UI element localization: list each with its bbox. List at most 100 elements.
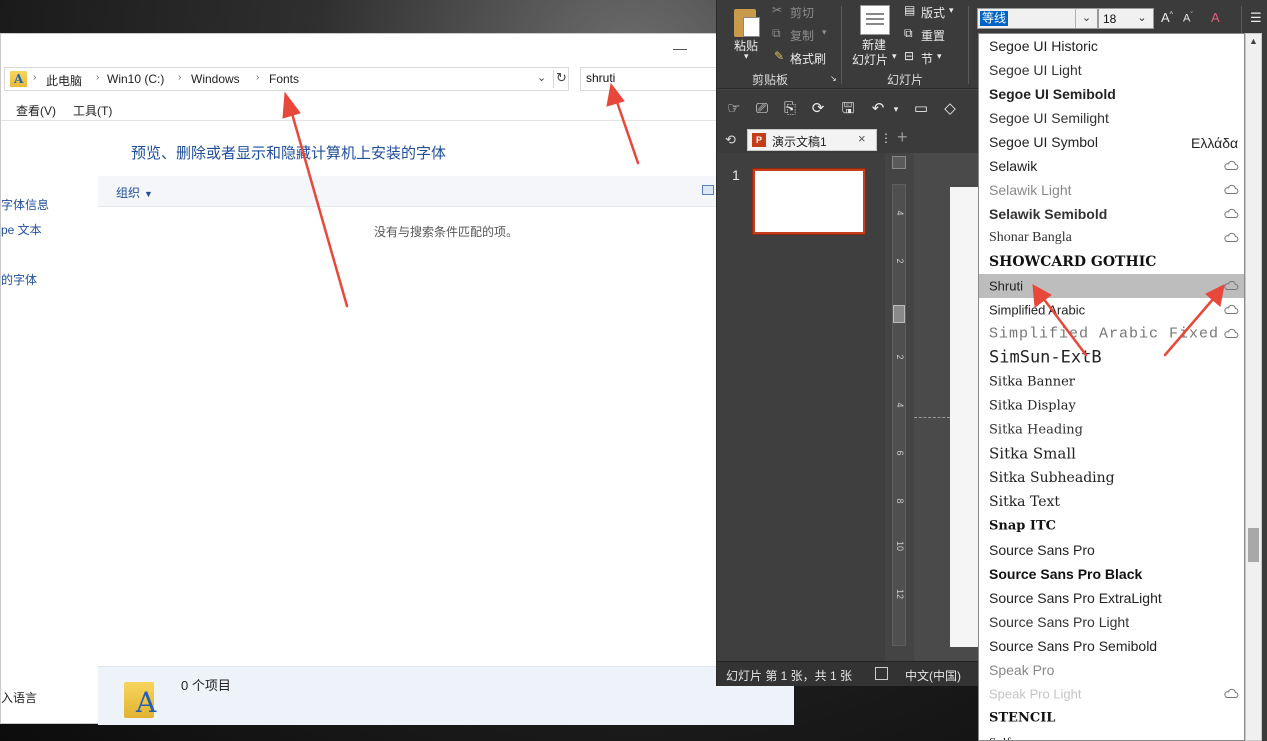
font-size-combobox[interactable]: 18 ⌄ <box>1098 8 1154 29</box>
refresh-icon[interactable]: ↻ <box>553 70 569 88</box>
ruler-tab-selector[interactable] <box>892 156 906 169</box>
breadcrumb-drive[interactable]: Win10 (C:) <box>107 72 164 86</box>
slide-thumbnail[interactable] <box>752 168 866 235</box>
decrease-font-size-icon[interactable]: Aˇ <box>1183 12 1193 25</box>
dialog-launcher-icon[interactable]: ↘ <box>830 74 837 83</box>
font-option[interactable]: SimSun-ExtB <box>979 346 1244 370</box>
font-option-label: Snap ITC <box>989 518 1056 534</box>
sidebar-link-language[interactable]: 入语言 <box>1 689 37 706</box>
sidebar-link-fonts[interactable]: 的字体 <box>1 271 37 288</box>
slide-canvas[interactable] <box>950 187 979 647</box>
font-option[interactable]: Speak Pro <box>979 658 1244 682</box>
chevron-down-icon[interactable]: ⌄ <box>537 71 546 84</box>
dropdown-scrollbar[interactable]: ▲ <box>1245 33 1262 741</box>
more-icon[interactable]: ⋮ <box>880 131 892 145</box>
font-option[interactable]: Sylfaen <box>979 730 1244 741</box>
menu-view[interactable]: 查看(V) <box>16 102 56 119</box>
notes-icon[interactable] <box>875 667 888 680</box>
increase-font-size-icon[interactable]: A^ <box>1161 10 1173 25</box>
font-option[interactable]: Sitka Heading <box>979 418 1244 442</box>
font-option[interactable]: Sitka Display <box>979 394 1244 418</box>
sidebar-link-font-info[interactable]: 字体信息 <box>1 196 49 213</box>
font-option[interactable]: Snap ITC <box>979 514 1244 538</box>
font-option[interactable]: Segoe UI Light <box>979 58 1244 82</box>
format-painter-button[interactable]: 格式刷 <box>790 50 826 67</box>
font-option[interactable]: Source Sans Pro <box>979 538 1244 562</box>
font-name-combobox[interactable]: 等线 ⌄ <box>977 8 1098 29</box>
chevron-down-icon[interactable]: ▾ <box>822 27 827 38</box>
shapes-icon[interactable]: ◇ <box>941 100 959 118</box>
chevron-down-icon[interactable]: ▾ <box>744 51 749 62</box>
add-tab-icon[interactable]: + <box>897 127 908 148</box>
tab-presentation1[interactable]: P 演示文稿1 × <box>747 129 877 151</box>
cut-button[interactable]: 剪切 <box>790 4 814 21</box>
clear-formatting-icon[interactable]: A <box>1211 10 1220 25</box>
font-preview-sample: Ελλάδα <box>1191 135 1239 151</box>
save-icon[interactable]: 🖫 <box>839 100 857 118</box>
undo-icon[interactable]: ↶ <box>869 100 887 118</box>
language-status[interactable]: 中文(中国) <box>905 667 961 684</box>
chevron-down-icon[interactable]: ▾ <box>892 51 897 62</box>
font-option[interactable]: Shonar Bangla <box>979 226 1244 250</box>
textbox-icon[interactable]: ▭ <box>912 100 930 118</box>
breadcrumb-fonts[interactable]: Fonts <box>269 72 299 86</box>
copy-button[interactable]: 复制 <box>790 27 814 44</box>
bullets-icon[interactable]: ☰ <box>1250 10 1262 26</box>
close-icon[interactable]: × <box>858 131 866 146</box>
font-option[interactable]: Sitka Text <box>979 490 1244 514</box>
address-bar[interactable]: A › 此电脑 › Win10 (C:) › Windows › Fonts ⌄… <box>4 67 569 91</box>
history-icon[interactable]: ⟲ <box>725 132 736 148</box>
font-option-label: Segoe UI Symbol <box>989 134 1098 150</box>
font-name-value[interactable]: 等线 <box>980 11 1009 26</box>
font-option-label: Selawik <box>989 158 1038 174</box>
organize-button[interactable]: 组织 ▼ <box>116 184 153 201</box>
vertical-ruler[interactable]: 4 2 2 4 6 8 10 12 <box>892 184 906 646</box>
chevron-down-icon[interactable]: ▾ <box>887 100 905 118</box>
font-option[interactable]: Segoe UI Semilight <box>979 106 1244 130</box>
chevron-down-icon[interactable]: ▾ <box>937 51 942 62</box>
font-option[interactable]: Segoe UI Semibold <box>979 82 1244 106</box>
minimize-icon[interactable] <box>673 40 687 50</box>
font-option[interactable]: Simplified Arabic Fixed <box>979 322 1244 346</box>
font-option[interactable]: Sitka Small <box>979 442 1244 466</box>
menu-tools[interactable]: 工具(T) <box>73 102 112 119</box>
animation-icon[interactable]: ⟳ <box>809 100 827 118</box>
layout-button[interactable]: 版式 <box>921 4 945 21</box>
font-option[interactable]: Selawik Light <box>979 178 1244 202</box>
section-button[interactable]: 节 <box>921 50 933 67</box>
sidebar-link-type-text[interactable]: pe 文本 <box>1 221 42 238</box>
from-current-icon[interactable]: ⎘ <box>781 100 799 118</box>
scroll-up-icon[interactable]: ▲ <box>1249 36 1258 46</box>
font-option[interactable]: Sitka Banner <box>979 370 1244 394</box>
font-option[interactable]: SHOWCARD GOTHIC <box>979 250 1244 274</box>
breadcrumb-this-pc[interactable]: 此电脑 <box>46 72 82 89</box>
from-beginning-icon[interactable]: ⎚ <box>753 100 771 118</box>
font-option[interactable]: Source Sans Pro Black <box>979 562 1244 586</box>
font-option[interactable]: Segoe UI Historic <box>979 34 1244 58</box>
font-option[interactable]: Shruti <box>979 274 1244 298</box>
breadcrumb-windows[interactable]: Windows <box>191 72 240 86</box>
touch-mode-icon[interactable]: ☞ <box>725 100 743 118</box>
chevron-down-icon[interactable]: ▾ <box>949 5 954 16</box>
font-dropdown-list[interactable]: Segoe UI Historic Segoe UI Light Segoe UI … <box>978 33 1245 741</box>
reset-button[interactable]: 重置 <box>921 27 945 44</box>
chevron-down-icon[interactable]: ⌄ <box>1075 9 1097 28</box>
font-option[interactable]: STENCIL <box>979 706 1244 730</box>
font-option[interactable]: Segoe UI Symbol Ελλάδα <box>979 130 1244 154</box>
new-slide-label-2[interactable]: 幻灯片 <box>852 51 888 68</box>
font-option[interactable]: Simplified Arabic <box>979 298 1244 322</box>
view-options-icon[interactable] <box>702 185 714 195</box>
chevron-down-icon[interactable]: ⌄ <box>1131 9 1153 28</box>
new-slide-icon[interactable] <box>860 5 890 35</box>
font-option[interactable]: Speak Pro Light <box>979 682 1244 706</box>
font-option[interactable]: Source Sans Pro Semibold <box>979 634 1244 658</box>
scrollbar-thumb[interactable] <box>1248 528 1259 562</box>
paste-icon[interactable] <box>734 5 762 37</box>
ruler-indent-handle[interactable] <box>893 305 905 323</box>
font-option[interactable]: Source Sans Pro ExtraLight <box>979 586 1244 610</box>
font-option[interactable]: Sitka Subheading <box>979 466 1244 490</box>
font-option[interactable]: Selawik Semibold <box>979 202 1244 226</box>
font-size-value[interactable]: 18 <box>1103 12 1116 26</box>
font-option[interactable]: Selawik <box>979 154 1244 178</box>
font-option[interactable]: Source Sans Pro Light <box>979 610 1244 634</box>
